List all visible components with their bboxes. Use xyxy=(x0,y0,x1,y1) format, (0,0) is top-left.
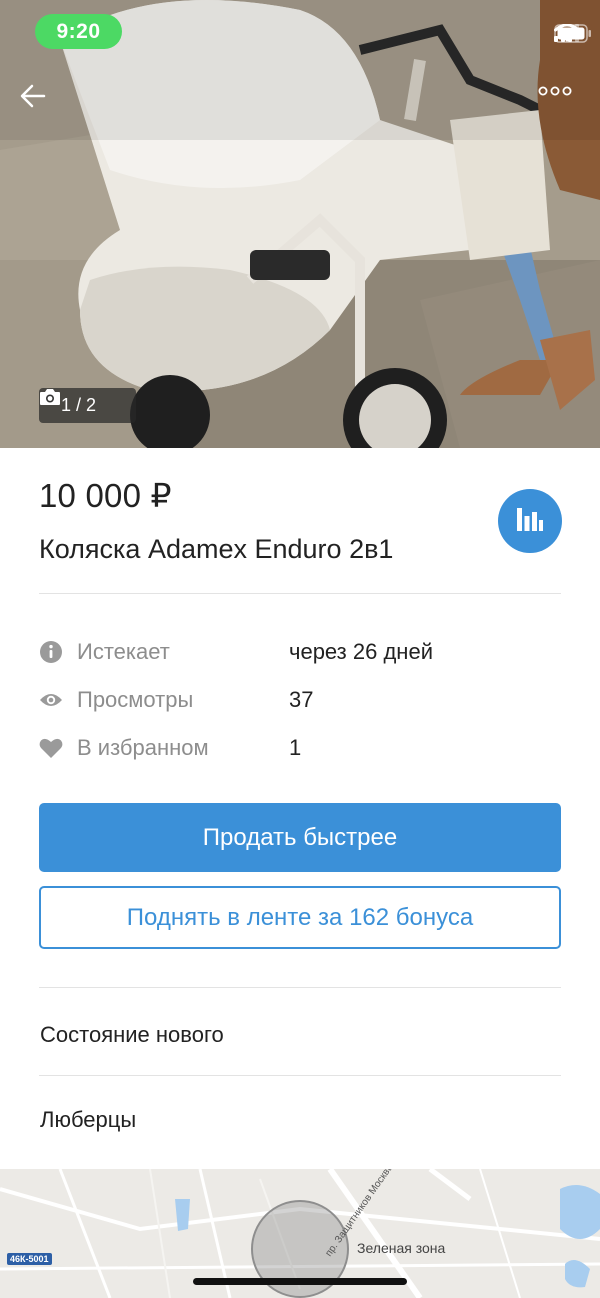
info-row-favorites: В избранном 1 xyxy=(39,733,561,763)
divider xyxy=(39,1075,561,1076)
listing-price: 10 000 ₽ xyxy=(39,477,172,514)
road-number-badge: 46К-5001 xyxy=(7,1253,52,1265)
home-indicator[interactable] xyxy=(193,1278,407,1285)
info-row-views: Просмотры 37 xyxy=(39,685,561,715)
boost-listing-button[interactable]: Поднять в ленте за 162 бонуса xyxy=(39,886,561,949)
heart-icon xyxy=(39,736,63,760)
more-options-button[interactable] xyxy=(538,86,582,126)
info-value: 37 xyxy=(289,687,314,712)
condition-text: Состояние нового xyxy=(40,1022,224,1047)
status-icons xyxy=(554,24,591,48)
sell-faster-button[interactable]: Продать быстрее xyxy=(39,803,561,872)
bar-chart-icon xyxy=(516,506,544,537)
info-label: Истекает xyxy=(77,639,170,664)
listing-screen: 9:20 1 / 2 10 000 ₽ Коляска Adamex Endur… xyxy=(0,0,600,1298)
info-row-expires: Истекает через 26 дней xyxy=(39,637,561,667)
location-text: Люберцы xyxy=(40,1107,137,1132)
photo-counter: 1 / 2 xyxy=(39,388,136,423)
divider xyxy=(39,987,561,988)
eye-icon xyxy=(39,688,63,712)
divider xyxy=(39,593,561,594)
back-button[interactable] xyxy=(20,84,64,128)
statistics-button[interactable] xyxy=(498,489,562,553)
info-label: Просмотры xyxy=(77,687,194,712)
listing-title: Коляска Adamex Enduro 2в1 xyxy=(39,534,394,564)
status-time: 9:20 xyxy=(35,14,122,49)
info-value: через 26 дней xyxy=(289,639,433,664)
stroller-photo-illustration xyxy=(0,0,600,448)
map-area-label: Зеленая зона xyxy=(357,1240,446,1256)
listing-photo[interactable]: 9:20 1 / 2 xyxy=(0,0,600,448)
photo-counter-text: 1 / 2 xyxy=(61,395,97,415)
info-label: В избранном xyxy=(77,735,209,760)
info-value: 1 xyxy=(289,735,302,760)
info-icon xyxy=(39,640,63,664)
